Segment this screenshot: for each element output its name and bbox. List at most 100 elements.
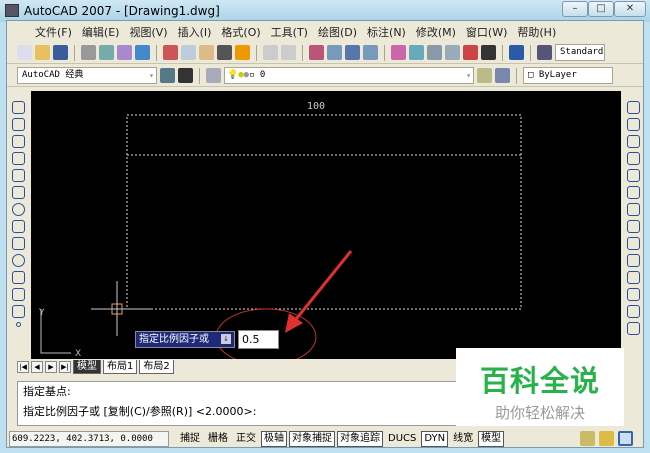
array-icon[interactable] (626, 169, 640, 182)
first-tab-button[interactable]: |◀ (17, 360, 29, 373)
menu-view[interactable]: 视图(V) (129, 24, 167, 40)
pan-icon[interactable] (309, 45, 324, 60)
ducs-toggle[interactable]: DUCS (385, 431, 419, 447)
dynamic-input-field[interactable]: 0.5 (238, 330, 279, 349)
workspace-select[interactable]: AutoCAD 经典 ▾ (17, 67, 157, 84)
polyline-icon[interactable] (11, 135, 25, 148)
make-current-layer-icon[interactable] (477, 68, 492, 83)
cut-icon[interactable] (163, 45, 178, 60)
open-icon[interactable] (35, 45, 50, 60)
menu-edit[interactable]: 编辑(E) (82, 24, 120, 40)
watermark-title: 百科全说 (479, 364, 600, 398)
zoom-realtime-icon[interactable] (327, 45, 342, 60)
make-block-icon[interactable] (11, 305, 25, 318)
model-toggle[interactable]: 模型 (478, 430, 505, 447)
break-icon[interactable] (626, 288, 640, 301)
zoom-previous-icon[interactable] (363, 45, 378, 60)
print-icon[interactable] (81, 45, 96, 60)
copy-object-icon[interactable] (626, 118, 640, 131)
web-icon[interactable] (135, 45, 150, 60)
save-workspace-icon[interactable] (178, 68, 193, 83)
help-icon[interactable] (509, 45, 524, 60)
snap-toggle[interactable]: 捕捉 (177, 431, 203, 447)
menu-help[interactable]: 帮助(H) (517, 24, 556, 40)
layer-previous-icon[interactable] (495, 68, 510, 83)
redo-icon[interactable] (281, 45, 296, 60)
arc-icon[interactable] (11, 186, 25, 199)
menu-tools[interactable]: 工具(T) (271, 24, 308, 40)
osnap-toggle[interactable]: 对象捕捉 (289, 430, 335, 447)
tab-model[interactable]: 模型 (73, 359, 101, 374)
workspace-settings-icon[interactable] (160, 68, 175, 83)
menu-file[interactable]: 文件(F) (35, 24, 72, 40)
minimize-button[interactable]: – (562, 1, 588, 17)
paste-icon[interactable] (199, 45, 214, 60)
insert-block-icon[interactable] (11, 288, 25, 301)
prev-tab-button[interactable]: ◀ (31, 360, 43, 373)
design-center-icon[interactable] (409, 45, 424, 60)
circle-icon[interactable] (11, 203, 25, 216)
extend-icon[interactable] (626, 271, 640, 284)
menu-modify[interactable]: 修改(M) (416, 24, 456, 40)
options-arrow-icon[interactable]: ↓ (221, 334, 231, 344)
layer-select[interactable]: 💡●●▫ 0 ▾ (224, 67, 474, 84)
zoom-window-icon[interactable] (345, 45, 360, 60)
erase-icon[interactable] (626, 101, 640, 114)
properties-icon[interactable] (391, 45, 406, 60)
close-button[interactable]: ✕ (614, 1, 646, 17)
maximize-button[interactable]: □ (588, 1, 614, 17)
sheet-set-icon[interactable] (445, 45, 460, 60)
mirror-icon[interactable] (626, 135, 640, 148)
calculator-icon[interactable] (481, 45, 496, 60)
rectangle-icon[interactable] (11, 169, 25, 182)
communication-center-icon[interactable] (580, 431, 595, 446)
join-icon[interactable] (626, 305, 640, 318)
markup-icon[interactable] (463, 45, 478, 60)
clean-screen-icon[interactable] (618, 431, 633, 446)
line-icon[interactable] (11, 101, 25, 114)
menu-format[interactable]: 格式(O) (221, 24, 260, 40)
polygon-icon[interactable] (11, 152, 25, 165)
stretch-icon[interactable] (626, 237, 640, 250)
chamfer-icon[interactable] (626, 322, 640, 335)
move-icon[interactable] (626, 186, 640, 199)
color-select[interactable]: □ ByLayer (523, 67, 613, 84)
menu-dimension[interactable]: 标注(N) (367, 24, 406, 40)
otrack-toggle[interactable]: 对象追踪 (337, 430, 383, 447)
ellipse-arc-icon[interactable] (11, 271, 25, 284)
tool-palettes-icon[interactable] (427, 45, 442, 60)
point-icon[interactable] (15, 322, 21, 327)
spline-icon[interactable] (11, 237, 25, 250)
revision-cloud-icon[interactable] (11, 220, 25, 233)
copy-icon[interactable] (181, 45, 196, 60)
undo-icon[interactable] (263, 45, 278, 60)
text-style-select[interactable]: Standard (555, 44, 605, 61)
trim-icon[interactable] (626, 254, 640, 267)
match-properties-icon[interactable] (217, 45, 232, 60)
polar-toggle[interactable]: 极轴 (261, 430, 287, 447)
block-editor-icon[interactable] (235, 45, 250, 60)
preview-icon[interactable] (99, 45, 114, 60)
save-icon[interactable] (53, 45, 68, 60)
tab-layout2[interactable]: 布局2 (139, 359, 174, 374)
menu-window[interactable]: 窗口(W) (466, 24, 507, 40)
lock-icon[interactable] (599, 431, 614, 446)
publish-icon[interactable] (117, 45, 132, 60)
menu-draw[interactable]: 绘图(D) (318, 24, 357, 40)
lineweight-toggle[interactable]: 线宽 (450, 431, 476, 447)
ortho-toggle[interactable]: 正交 (233, 431, 259, 447)
grid-toggle[interactable]: 栅格 (205, 431, 231, 447)
tab-layout1[interactable]: 布局1 (103, 359, 138, 374)
last-tab-button[interactable]: ▶| (59, 360, 71, 373)
rotate-icon[interactable] (626, 203, 640, 216)
menu-insert[interactable]: 插入(I) (178, 24, 212, 40)
construction-line-icon[interactable] (11, 118, 25, 131)
drawing-canvas[interactable]: 100 Y X 指定比例因子或 ↓ 0.5 (31, 91, 621, 359)
dyn-toggle[interactable]: DYN (421, 430, 449, 447)
next-tab-button[interactable]: ▶ (45, 360, 57, 373)
ellipse-icon[interactable] (11, 254, 25, 267)
offset-icon[interactable] (626, 152, 640, 165)
scale-icon[interactable] (626, 220, 640, 233)
new-icon[interactable] (17, 45, 32, 60)
layer-manager-icon[interactable] (206, 68, 221, 83)
